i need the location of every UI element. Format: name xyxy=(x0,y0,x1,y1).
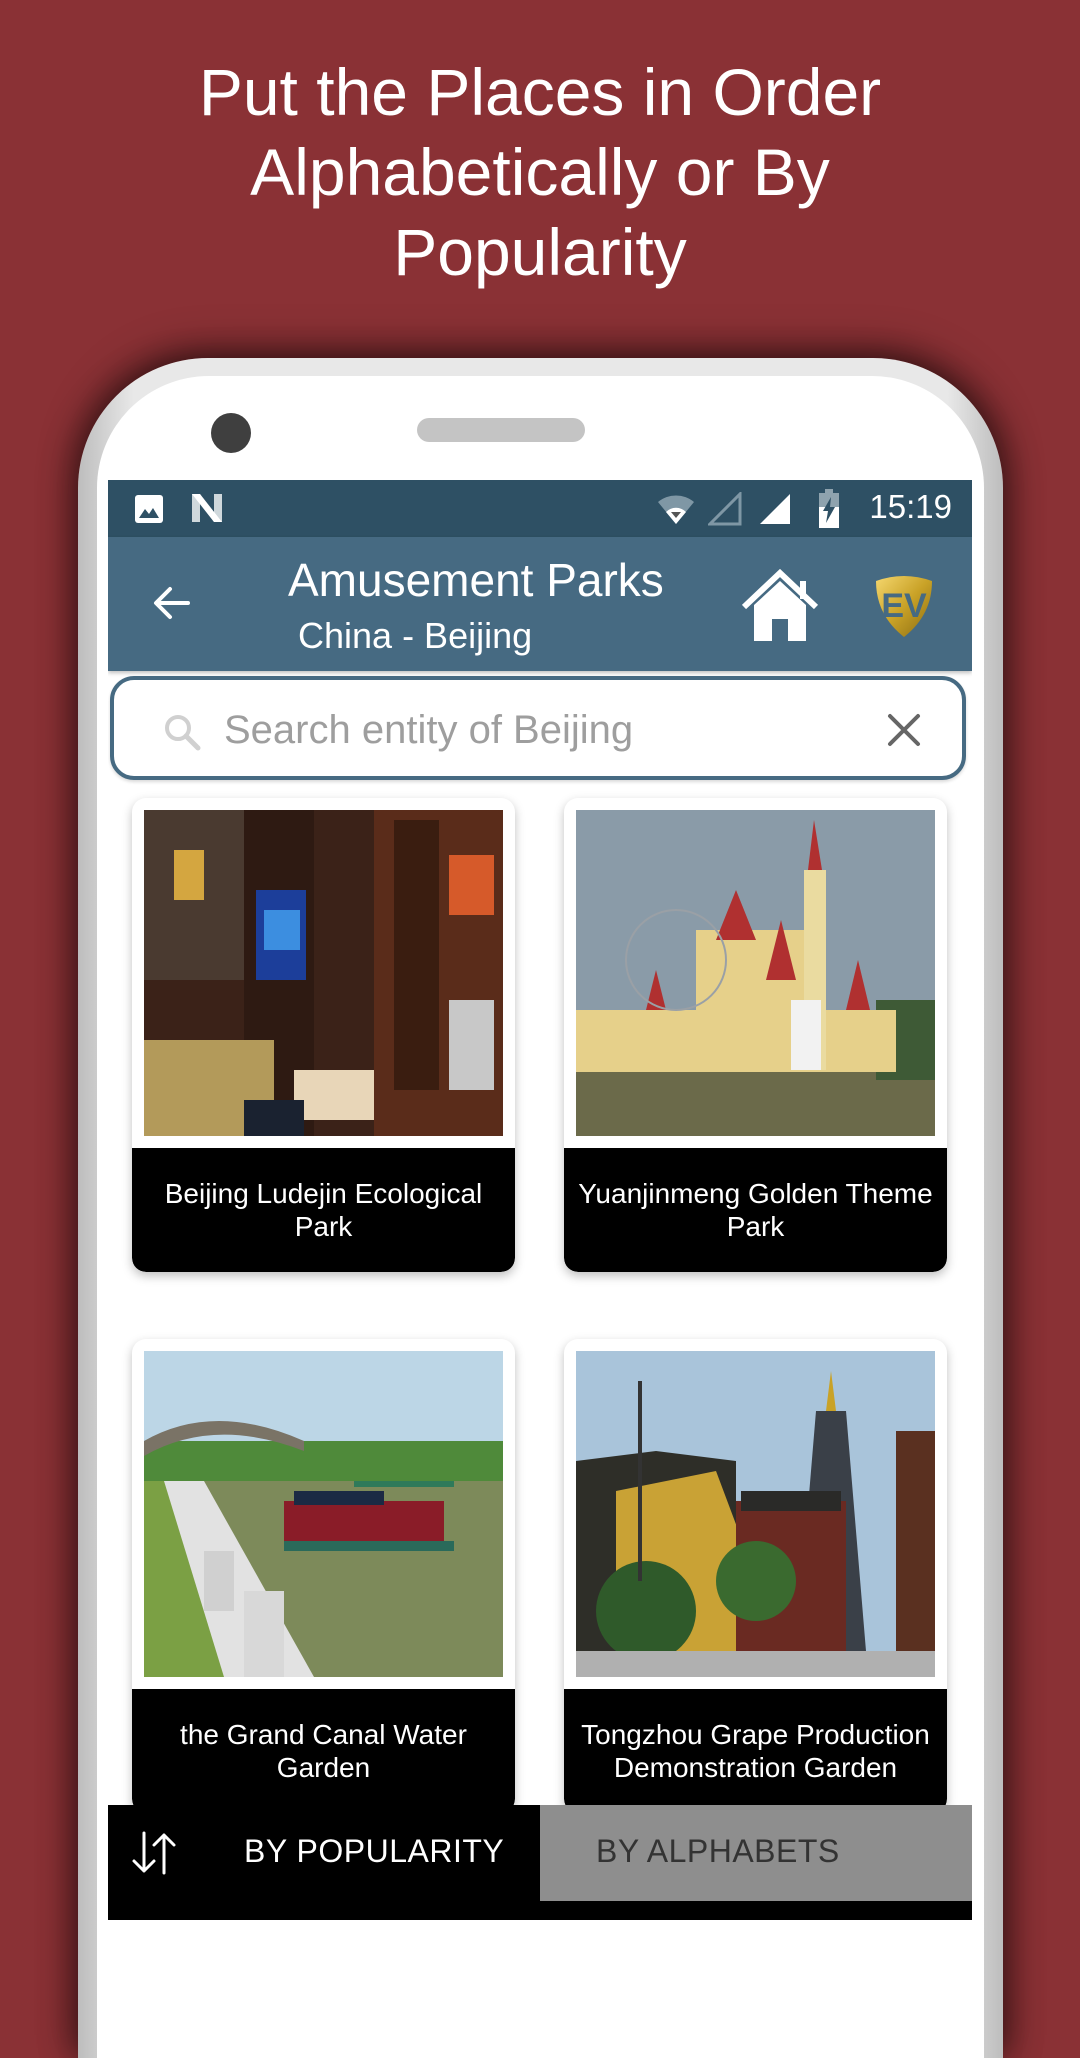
earpiece-speaker xyxy=(417,418,585,442)
place-card[interactable]: the Grand Canal Water Garden xyxy=(132,1339,515,1813)
page-title: Amusement Parks xyxy=(288,554,664,606)
tab-by-popularity-label: BY POPULARITY xyxy=(244,1833,505,1869)
search-input[interactable] xyxy=(222,700,826,760)
tab-by-popularity[interactable]: BY POPULARITY xyxy=(108,1805,540,1901)
place-image-castle[interactable] xyxy=(576,810,935,1136)
signal-empty-icon xyxy=(708,492,742,526)
app-bar: Amusement Parks China - Beijing EV xyxy=(108,537,972,671)
clear-search-icon[interactable] xyxy=(884,710,924,750)
place-name: Beijing Ludejin Ecological Park xyxy=(132,1148,515,1272)
place-name: Yuanjinmeng Golden Theme Park xyxy=(564,1148,947,1272)
search-bar xyxy=(110,676,966,780)
front-camera xyxy=(211,413,251,453)
place-card[interactable]: Tongzhou Grape Production Demonstration … xyxy=(564,1339,947,1813)
place-name: Tongzhou Grape Production Demonstration … xyxy=(564,1689,947,1813)
signal-full-icon xyxy=(760,494,790,524)
promo-line-3: Popularity xyxy=(393,215,687,289)
app-screen: 15:19 Amusement Parks China - Beijing EV xyxy=(108,480,972,1920)
battery-charging-icon xyxy=(819,489,839,528)
image-icon xyxy=(135,495,163,523)
place-image-canal[interactable] xyxy=(144,1351,503,1677)
logo-text: EV xyxy=(881,587,927,625)
n-logo-icon xyxy=(192,494,222,522)
page-subtitle: China - Beijing xyxy=(298,615,533,656)
sort-bar: BY POPULARITY BY ALPHABETS xyxy=(108,1805,972,1920)
status-bar: 15:19 xyxy=(108,480,972,537)
place-image-hotel-room[interactable] xyxy=(144,810,503,1136)
sort-icon xyxy=(132,1831,176,1875)
promo-line-2: Alphabetically or By xyxy=(250,135,830,209)
place-card[interactable]: Beijing Ludejin Ecological Park xyxy=(132,798,515,1272)
tab-by-alphabets-label: BY ALPHABETS xyxy=(596,1833,840,1869)
promo-headline: Put the Places in Order Alphabetically o… xyxy=(0,52,1080,292)
place-card[interactable]: Yuanjinmeng Golden Theme Park xyxy=(564,798,947,1272)
tab-by-alphabets[interactable]: BY ALPHABETS xyxy=(540,1805,972,1901)
promo-line-1: Put the Places in Order xyxy=(198,55,882,129)
clock: 15:19 xyxy=(869,488,952,525)
search-icon xyxy=(165,715,201,751)
place-name: the Grand Canal Water Garden xyxy=(132,1689,515,1813)
home-icon[interactable] xyxy=(740,569,820,643)
wifi-icon xyxy=(658,495,694,524)
ev-logo-icon[interactable]: EV xyxy=(870,571,938,639)
back-arrow-icon[interactable] xyxy=(148,579,196,627)
place-image-pagoda[interactable] xyxy=(576,1351,935,1677)
